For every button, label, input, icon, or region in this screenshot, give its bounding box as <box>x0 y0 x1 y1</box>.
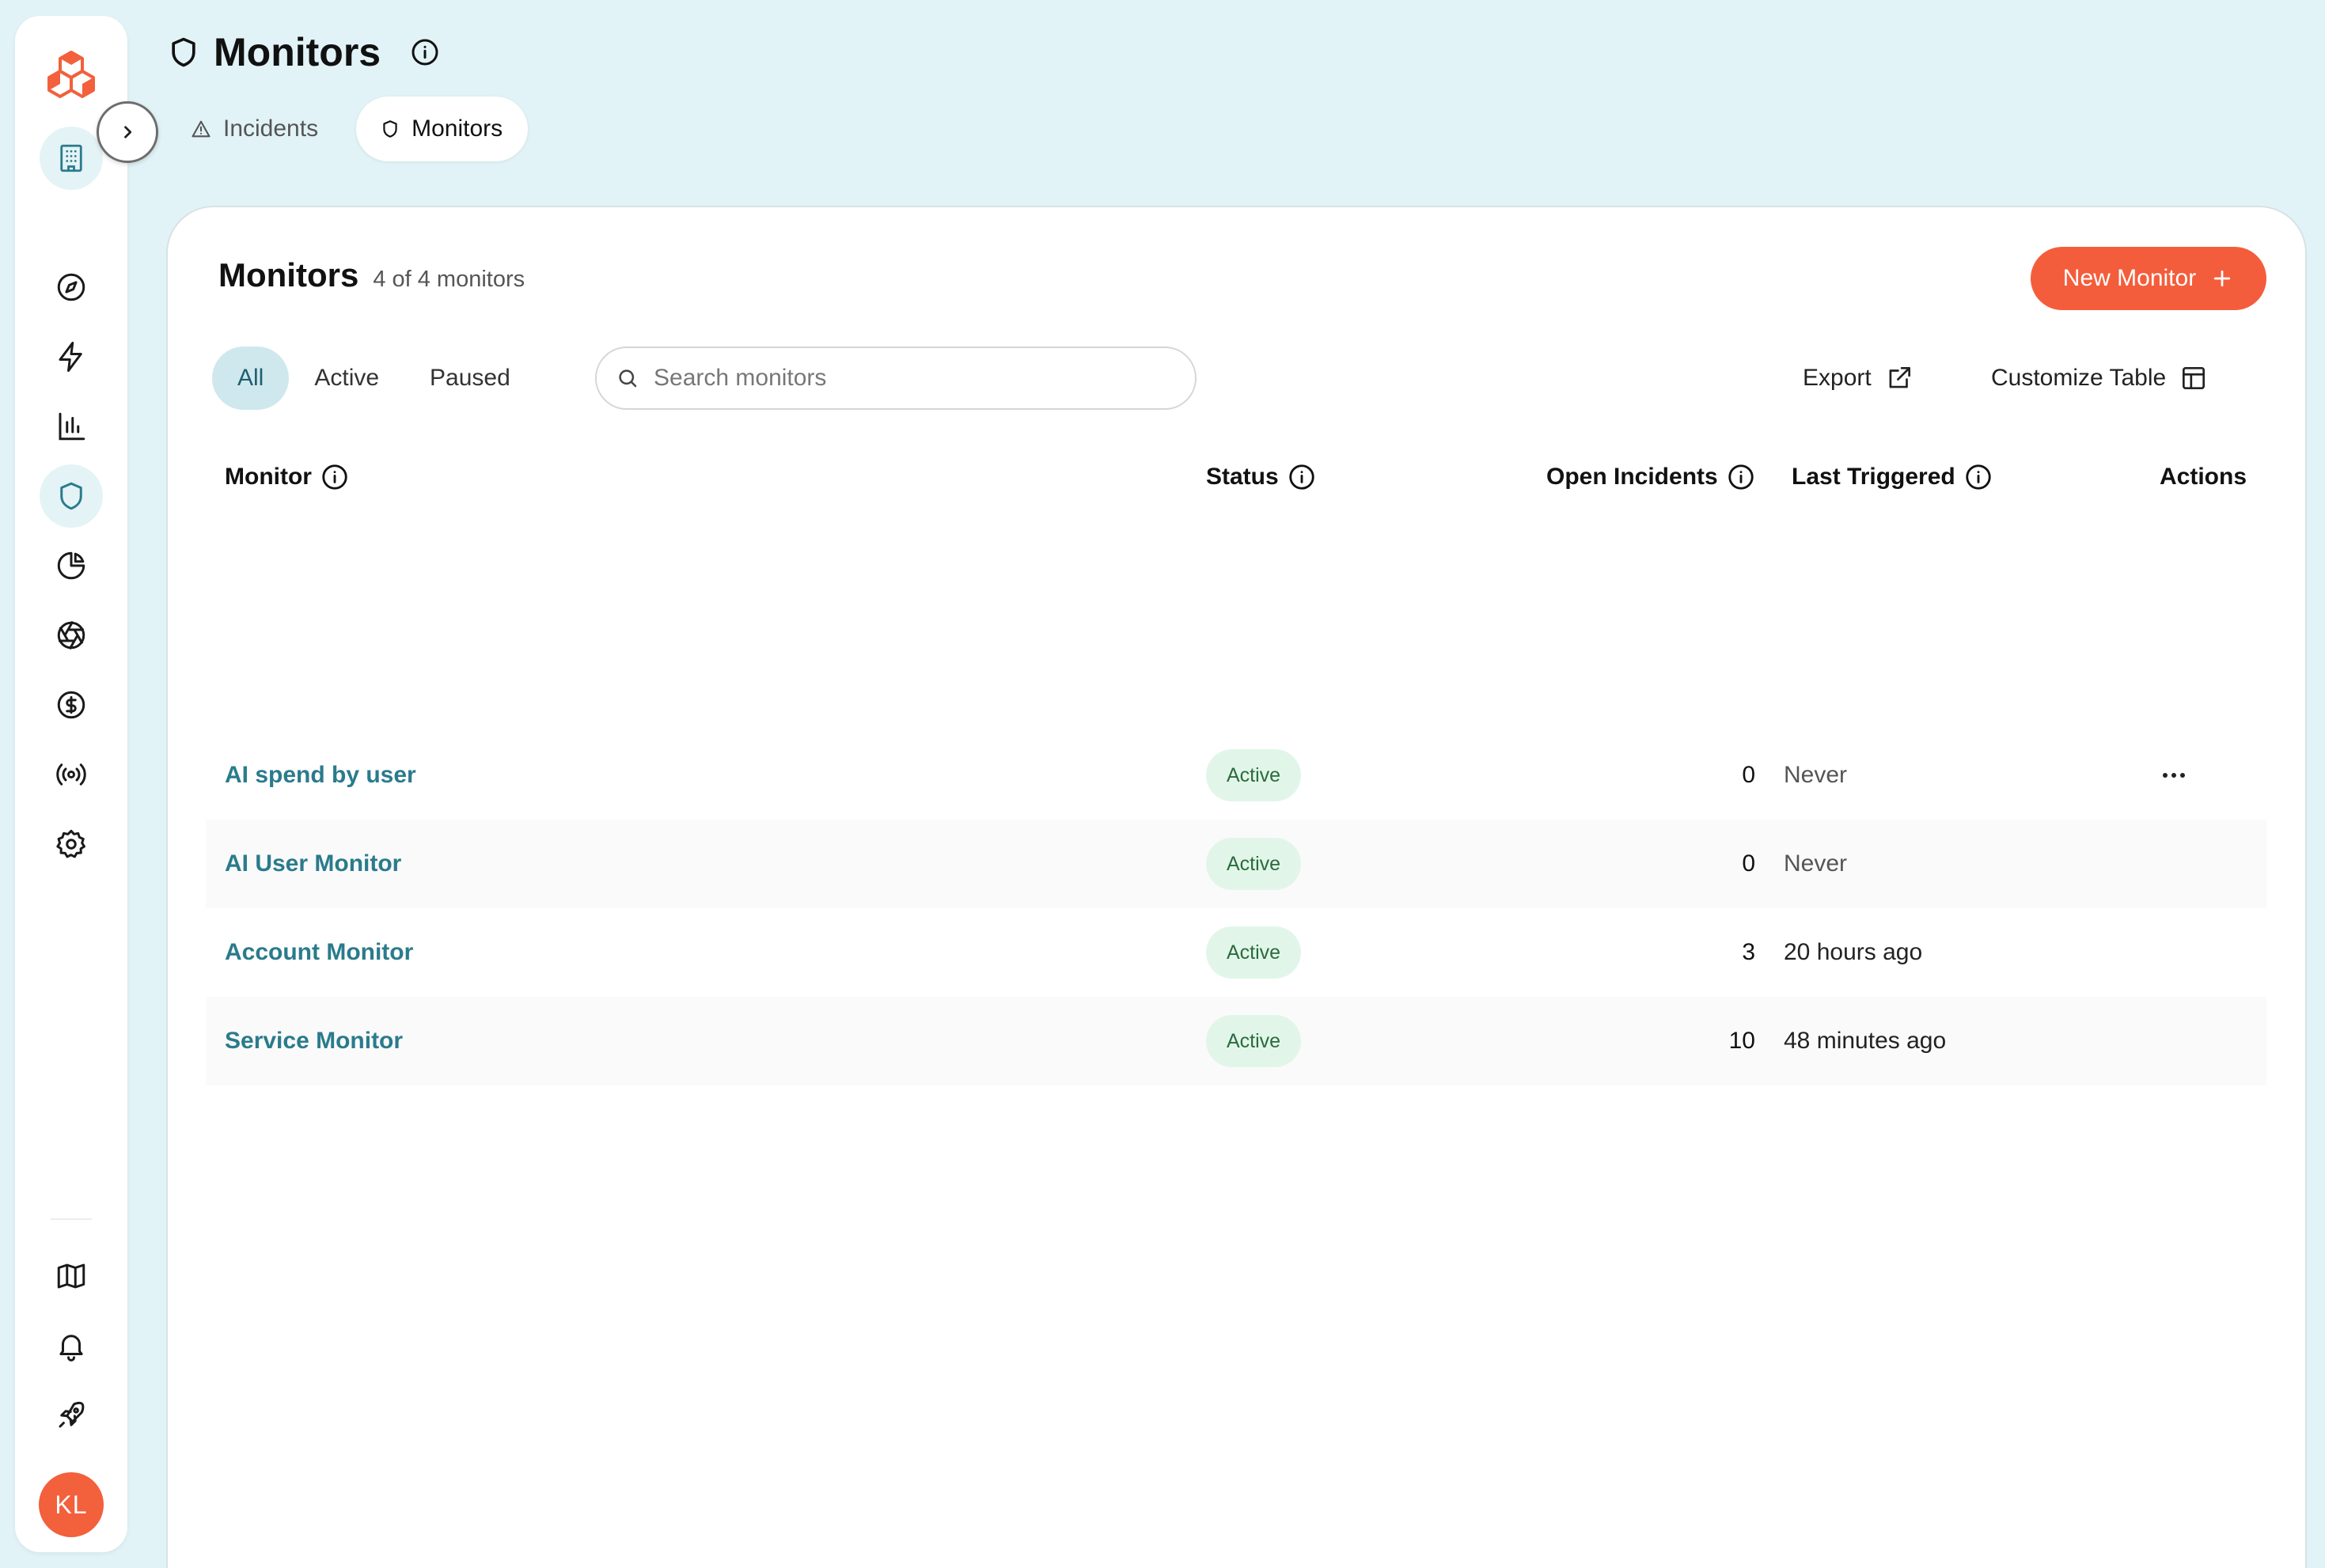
open-incidents-count: 10 <box>1728 1028 1755 1054</box>
row-actions-button[interactable] <box>2162 731 2186 820</box>
card-title: Monitors <box>218 256 359 294</box>
rocket-icon[interactable] <box>40 1384 103 1447</box>
open-incidents-count: 3 <box>1742 939 1755 965</box>
search-input[interactable] <box>654 365 1160 392</box>
export-label: Export <box>1803 365 1872 391</box>
info-icon[interactable] <box>320 462 350 492</box>
hexagon-cluster-logo[interactable] <box>44 47 99 103</box>
info-icon[interactable] <box>1963 462 1993 492</box>
monitor-link[interactable]: AI spend by user <box>225 762 416 789</box>
bar-chart-icon[interactable] <box>40 395 103 458</box>
export-button[interactable]: Export <box>1803 354 1914 402</box>
tab-label: Monitors <box>412 116 503 142</box>
shield-icon <box>166 35 201 70</box>
pie-chart-icon[interactable] <box>40 534 103 597</box>
shield-icon[interactable] <box>40 464 103 528</box>
tab-monitors[interactable]: Monitors <box>356 97 529 161</box>
table-row[interactable]: AI spend by user Active 0 Never <box>206 731 2266 820</box>
chevron-right-icon <box>124 126 132 138</box>
column-header-status[interactable]: Status <box>1206 457 1317 497</box>
status-badge: Active <box>1206 838 1302 890</box>
user-avatar[interactable]: KL <box>39 1472 104 1537</box>
info-icon[interactable] <box>1287 462 1317 492</box>
table-row[interactable]: Service Monitor Active 10 48 minutes ago <box>206 997 2266 1085</box>
monitor-link[interactable]: AI User Monitor <box>225 850 401 877</box>
lightning-icon[interactable] <box>40 325 103 388</box>
monitor-link[interactable]: Account Monitor <box>225 939 413 966</box>
column-label: Open Incidents <box>1546 464 1718 490</box>
compass-icon[interactable] <box>40 256 103 319</box>
status-badge: Active <box>1206 1015 1302 1067</box>
sidebar-divider <box>51 1218 92 1220</box>
new-monitor-button[interactable]: New Monitor <box>2031 247 2266 310</box>
tab-incidents[interactable]: Incidents <box>174 97 343 161</box>
info-icon[interactable] <box>1726 462 1756 492</box>
table-layout-icon <box>2183 366 2206 390</box>
column-header-actions: Actions <box>2160 457 2247 497</box>
new-monitor-label: New Monitor <box>2062 265 2197 291</box>
column-label: Status <box>1206 464 1279 490</box>
page-title: Monitors <box>214 30 381 74</box>
table-row[interactable]: Account Monitor Active 3 20 hours ago <box>206 908 2266 997</box>
open-incidents-count: 0 <box>1742 762 1755 788</box>
column-label: Actions <box>2160 464 2247 490</box>
info-icon[interactable] <box>409 36 441 68</box>
column-label: Last Triggered <box>1792 464 1955 490</box>
open-incidents-count: 0 <box>1742 850 1755 877</box>
monitor-link[interactable]: Service Monitor <box>225 1028 403 1055</box>
status-badge: Active <box>1206 926 1302 979</box>
last-triggered-value: Never <box>1784 762 1848 788</box>
table-row[interactable]: AI User Monitor Active 0 Never <box>206 820 2266 908</box>
column-label: Monitor <box>225 464 312 490</box>
warning-triangle-icon <box>192 120 211 138</box>
search-icon <box>619 369 637 388</box>
dollar-circle-icon[interactable] <box>40 673 103 737</box>
building-icon[interactable] <box>40 127 103 190</box>
customize-table-button[interactable]: Customize Table <box>1991 354 2209 402</box>
monitors-card: Monitors 4 of 4 monitors New Monitor All… <box>166 206 2307 1568</box>
customize-table-label: Customize Table <box>1991 365 2167 391</box>
tab-label: Incidents <box>223 116 319 142</box>
external-link-icon <box>1889 366 1910 388</box>
card-header: Monitors 4 of 4 monitors <box>218 256 525 294</box>
last-triggered-value: 20 hours ago <box>1784 939 1923 965</box>
filter-active[interactable]: Active <box>289 347 404 410</box>
more-horizontal-icon <box>2163 773 2185 778</box>
last-triggered-value: Never <box>1784 850 1848 877</box>
bell-icon[interactable] <box>40 1314 103 1377</box>
status-filters: All Active Paused <box>212 347 536 410</box>
column-header-open-incidents[interactable]: Open Incidents <box>1546 457 1756 497</box>
monitor-count: 4 of 4 monitors <box>373 267 525 292</box>
aperture-icon[interactable] <box>40 604 103 667</box>
filter-all[interactable]: All <box>212 347 290 410</box>
page-tabs: Incidents Monitors <box>174 97 529 161</box>
search-box <box>595 347 1197 410</box>
column-header-last-triggered[interactable]: Last Triggered <box>1792 457 1993 497</box>
sidebar: KL <box>15 16 127 1552</box>
status-badge: Active <box>1206 749 1302 801</box>
broadcast-icon[interactable] <box>40 743 103 806</box>
expand-sidebar-button[interactable] <box>97 101 158 163</box>
map-icon[interactable] <box>40 1244 103 1308</box>
gear-icon[interactable] <box>40 812 103 876</box>
filter-paused[interactable]: Paused <box>404 347 536 410</box>
page-header: Monitors <box>166 28 441 76</box>
column-header-monitor[interactable]: Monitor <box>225 457 350 497</box>
last-triggered-value: 48 minutes ago <box>1784 1028 1947 1054</box>
shield-icon <box>383 120 397 138</box>
plus-icon <box>2214 270 2231 287</box>
